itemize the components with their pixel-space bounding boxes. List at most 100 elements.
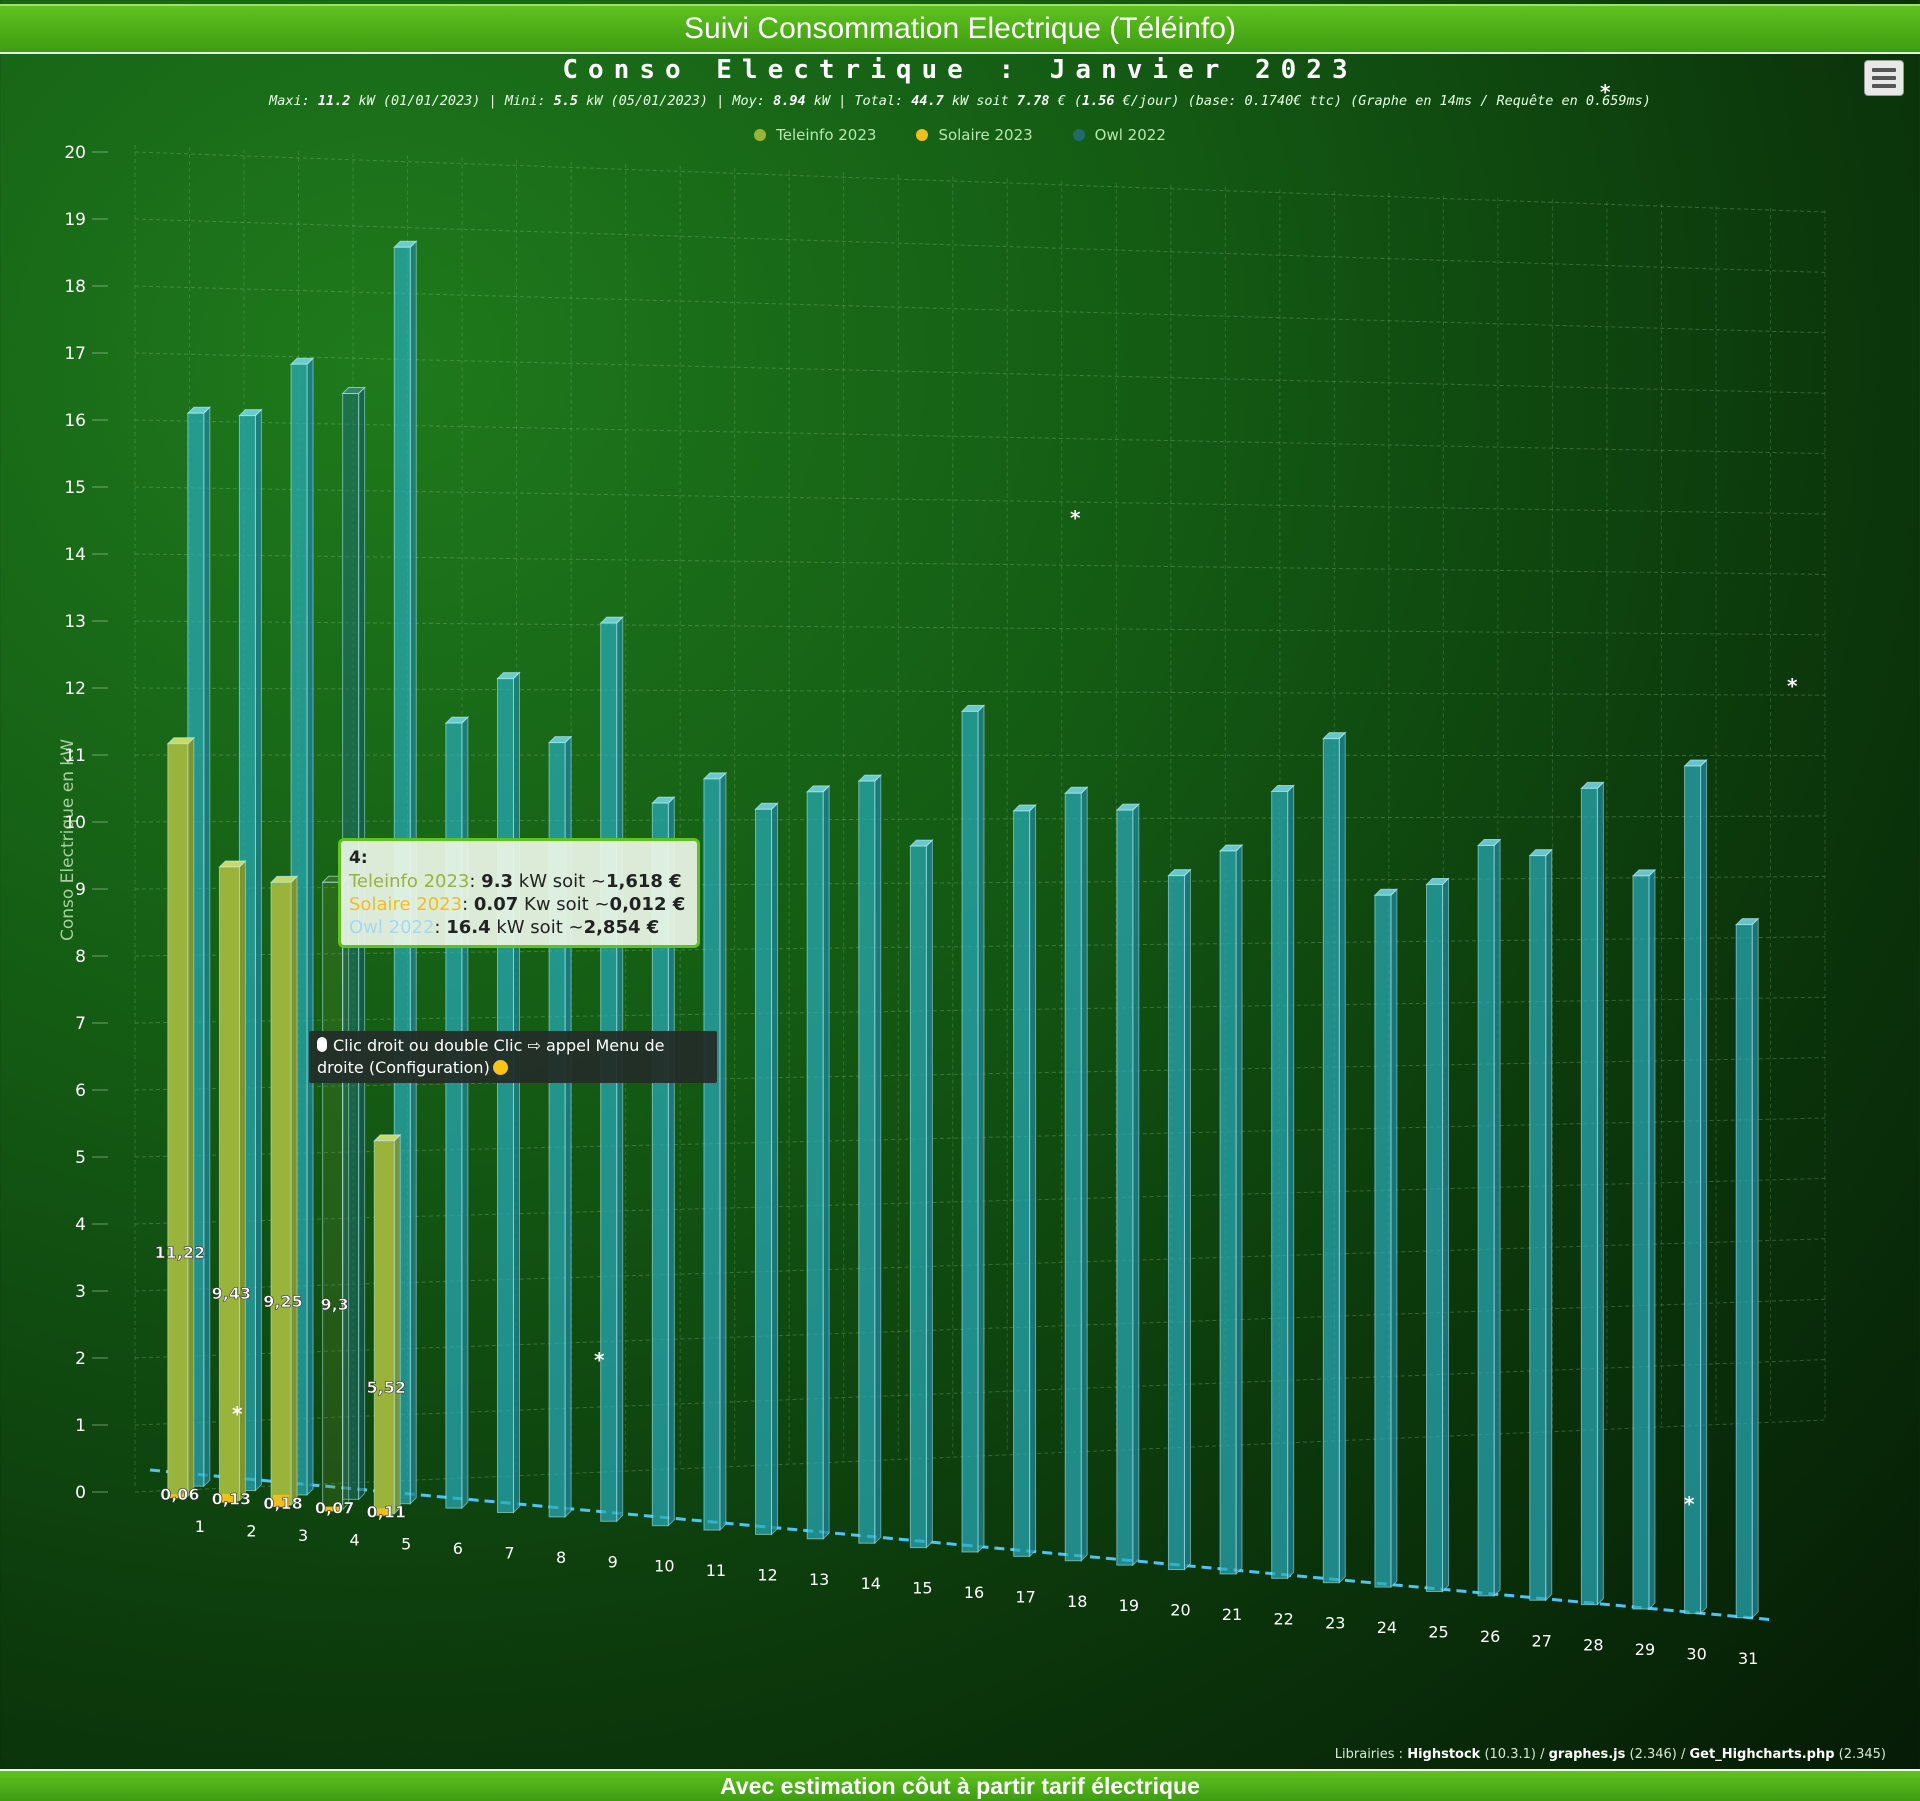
owl-bar-side	[1390, 888, 1398, 1589]
solaire-data-label: 0,11	[367, 1503, 406, 1522]
x-tick-label: 17	[1015, 1587, 1035, 1606]
tooltip-line-solaire: Solaire 2023: 0.07 Kw soit ~0,012 €	[349, 893, 689, 916]
owl-bar-side	[1183, 868, 1191, 1571]
x-tick-label: 6	[453, 1539, 463, 1558]
owl-bar-side	[1493, 838, 1501, 1598]
grid-line	[134, 151, 1826, 213]
tooltip-sep: :	[434, 917, 447, 938]
x-tick-label: 27	[1532, 1631, 1552, 1650]
sparkle-decoration: *	[232, 1402, 243, 1426]
grid-line	[134, 687, 1826, 696]
tooltip-cost: 1,618 €	[605, 871, 682, 892]
x-tick-label: 20	[1170, 1601, 1190, 1620]
owl-bar-side	[1700, 758, 1708, 1615]
owl-bar-side	[1029, 803, 1037, 1558]
owl-bar-side	[822, 784, 830, 1541]
owl-bar-side	[1338, 731, 1346, 1584]
mouse-icon	[317, 1037, 327, 1052]
x-tick-label: 22	[1273, 1609, 1293, 1628]
grid-line	[134, 553, 1826, 575]
owl-bar-side	[1751, 917, 1759, 1620]
teleinfo-data-label: 11,22	[155, 1243, 206, 1262]
tooltip-sep: :	[462, 894, 474, 915]
credits-lib[interactable]: Get_Highcharts.php	[1690, 1747, 1835, 1762]
owl-bar-side	[771, 802, 779, 1536]
tooltip-line-owl: Owl 2022: 16.4 kW soit ~2,854 €	[349, 916, 689, 939]
solaire-data-label: 0,18	[263, 1494, 302, 1513]
owl-bar	[1529, 855, 1547, 1601]
owl-bar-side	[1442, 877, 1450, 1593]
tooltip-day: 4:	[349, 848, 368, 868]
solaire-data-label: 0,07	[315, 1498, 354, 1517]
teleinfo-bar-side	[187, 736, 195, 1498]
solaire-data-label: 0,13	[212, 1490, 251, 1509]
owl-bar	[755, 808, 773, 1535]
grid-line	[134, 419, 1826, 455]
y-tick-label: 9	[75, 880, 86, 900]
owl-bar-side	[512, 671, 520, 1514]
owl-bar-side	[1235, 843, 1243, 1576]
y-tick-label: 15	[64, 478, 86, 498]
owl-bar	[1477, 845, 1495, 1597]
grid-line	[134, 218, 1826, 273]
teleinfo-bar	[373, 1140, 395, 1515]
owl-bar	[1064, 792, 1082, 1562]
x-tick-label: 7	[504, 1544, 514, 1563]
y-tick-label: 7	[75, 1014, 86, 1034]
y-tick-label: 13	[64, 612, 86, 632]
tooltip-series-name: Owl 2022	[349, 917, 435, 938]
owl-bar-side	[925, 838, 933, 1549]
x-tick-label: 26	[1480, 1627, 1500, 1646]
solaire-data-label: 0,06	[160, 1485, 199, 1504]
y-tick-label: 19	[64, 210, 86, 230]
owl-bar	[1116, 809, 1134, 1566]
x-tick-label: 2	[246, 1522, 256, 1541]
credits-version: (2.345)	[1834, 1747, 1886, 1762]
owl-bar	[909, 845, 927, 1549]
y-tick-label: 1	[75, 1416, 86, 1436]
teleinfo-bar	[167, 743, 189, 1497]
tooltip-unit: kW soit ~	[490, 917, 584, 938]
sparkle-decoration: *	[1600, 80, 1611, 104]
teleinfo-bar-side	[342, 875, 350, 1511]
credits-version: (10.3.1) /	[1480, 1747, 1549, 1762]
tooltip-value: 16.4	[446, 917, 491, 938]
data-tooltip: 4: Teleinfo 2023: 9.3 kW soit ~1,618 € S…	[338, 838, 700, 948]
y-tick-label: 3	[75, 1282, 86, 1302]
owl-bar	[1322, 738, 1340, 1584]
x-tick-label: 12	[757, 1565, 777, 1584]
tooltip-unit: Kw soit ~	[518, 894, 610, 915]
teleinfo-data-label: 9,43	[212, 1284, 251, 1303]
y-tick-label: 6	[75, 1081, 86, 1101]
owl-bar	[1167, 875, 1185, 1571]
owl-bar-side	[874, 773, 882, 1545]
x-tick-label: 10	[654, 1557, 674, 1576]
x-tick-label: 24	[1377, 1618, 1397, 1637]
owl-bar-side	[1648, 868, 1656, 1611]
y-tick-label: 8	[75, 947, 86, 967]
sparkle-decoration: *	[1070, 506, 1081, 530]
x-tick-label: 16	[964, 1583, 984, 1602]
sparkle-decoration: *	[594, 1348, 605, 1372]
credits-lib[interactable]: graphes.js	[1549, 1747, 1626, 1762]
config-hint: Clic droit ou double Clic ⇨ appel Menu d…	[309, 1031, 717, 1083]
owl-bar	[1013, 810, 1031, 1557]
tooltip-sep: :	[469, 871, 482, 892]
owl-bar-side	[306, 357, 314, 1497]
teleinfo-data-label: 5,52	[367, 1378, 406, 1397]
teleinfo-data-label: 9,3	[320, 1295, 348, 1314]
grid-line	[134, 285, 1826, 334]
y-tick-label: 11	[64, 746, 86, 766]
owl-bar	[1219, 850, 1237, 1575]
teleinfo-bar	[270, 881, 292, 1506]
x-tick-label: 25	[1428, 1622, 1448, 1641]
credits: Librairies : Highstock (10.3.1) / graphe…	[1335, 1747, 1886, 1762]
y-tick-label: 10	[64, 813, 86, 833]
y-tick-label: 14	[64, 545, 86, 565]
y-tick-label: 4	[75, 1215, 86, 1235]
x-tick-label: 9	[608, 1552, 618, 1571]
grid-line	[134, 486, 1826, 515]
credits-lib[interactable]: Highstock	[1407, 1747, 1480, 1762]
tooltip-series-name: Solaire 2023	[349, 894, 463, 915]
owl-bar-side	[1596, 781, 1604, 1606]
